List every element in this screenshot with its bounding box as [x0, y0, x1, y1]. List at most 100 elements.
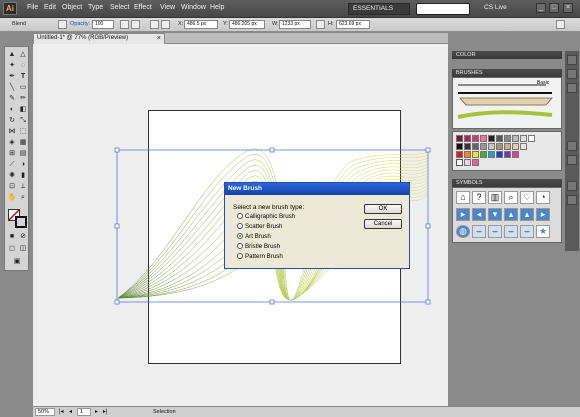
swatch[interactable] — [528, 135, 535, 142]
bar-symbol-icon[interactable]: – — [520, 225, 534, 238]
draw-normal-icon[interactable]: ◻ — [7, 244, 17, 253]
workspace-switcher[interactable]: ESSENTIALS — [348, 3, 410, 15]
radio-icon[interactable] — [237, 253, 243, 259]
stroke-panel-icon[interactable] — [567, 55, 577, 65]
menu-effect[interactable]: Effect — [134, 4, 152, 11]
menu-type[interactable]: Type — [88, 4, 103, 11]
menu-view[interactable]: View — [160, 4, 175, 11]
menu-help[interactable]: Help — [210, 4, 224, 11]
radio-art-brush[interactable]: Art Brush — [237, 233, 271, 241]
radio-bristle-brush[interactable]: Bristle Brush — [237, 243, 280, 251]
transparency-panel-icon[interactable] — [567, 83, 577, 93]
color-panel-header[interactable]: COLOR — [452, 51, 562, 59]
magic-wand-tool-icon[interactable]: ✦ — [7, 61, 17, 70]
swatch[interactable] — [456, 135, 463, 142]
swatch[interactable] — [504, 143, 511, 150]
appearance-panel-icon[interactable] — [567, 141, 577, 151]
artboard-tool-icon[interactable]: ⊡ — [7, 182, 17, 191]
w-field[interactable]: 1233 px — [279, 20, 311, 29]
next-page-icon[interactable]: ▸ — [95, 408, 98, 415]
type-tool-icon[interactable]: T — [18, 72, 28, 81]
brush-previews[interactable] — [456, 81, 556, 121]
swatch[interactable] — [512, 143, 519, 150]
maximize-button[interactable]: □ — [549, 3, 559, 13]
width-tool-icon[interactable]: ⋈ — [7, 127, 17, 136]
swatch[interactable] — [504, 151, 511, 158]
shape-builder-tool-icon[interactable]: ◈ — [7, 138, 17, 147]
zoom-field[interactable]: 50% — [35, 408, 55, 416]
rectangle-tool-icon[interactable]: ▭ — [18, 83, 28, 92]
gradient-panel-icon[interactable] — [567, 69, 577, 79]
swatch[interactable] — [480, 135, 487, 142]
symbol-sprayer-tool-icon[interactable]: ✺ — [7, 171, 17, 180]
lasso-tool-icon[interactable]: ◌ — [18, 61, 28, 70]
graphic-styles-panel-icon[interactable] — [567, 155, 577, 165]
help-symbol-icon[interactable]: ? — [472, 191, 486, 204]
rss-symbol-icon[interactable]: ◔ — [536, 191, 550, 204]
arrow-down-symbol-icon[interactable]: ▾ — [488, 208, 502, 221]
swatch[interactable] — [480, 151, 487, 158]
radio-icon[interactable] — [237, 223, 243, 229]
direct-selection-tool-icon[interactable]: △ — [18, 50, 28, 59]
swatch[interactable] — [464, 143, 471, 150]
layers-panel-icon[interactable] — [567, 181, 577, 191]
color-mode-icon[interactable]: ■ — [7, 232, 17, 241]
close-tab-icon[interactable]: × — [157, 34, 161, 43]
column-graph-tool-icon[interactable]: ▮ — [18, 171, 28, 180]
arrow-up-symbol-icon[interactable]: ▴ — [520, 208, 534, 221]
globe-symbol-icon[interactable]: ◍ — [456, 225, 470, 238]
arrow-right-symbol-icon[interactable]: ▸ — [456, 208, 470, 221]
swatch[interactable] — [456, 159, 463, 166]
cancel-button[interactable]: Cancel — [364, 219, 402, 229]
home-symbol-icon[interactable]: ⌂ — [456, 191, 470, 204]
opacity-field[interactable]: 100 — [92, 20, 114, 29]
menu-edit[interactable]: Edit — [44, 4, 56, 11]
close-button[interactable]: × — [563, 3, 573, 13]
rotate-tool-icon[interactable]: ↻ — [7, 116, 17, 125]
swatch[interactable] — [456, 151, 463, 158]
cs-live-menu[interactable]: CS Live — [484, 4, 507, 11]
radio-icon[interactable] — [237, 243, 243, 249]
selection-tool-icon[interactable]: ▲ — [7, 50, 17, 59]
constrain-link-icon[interactable] — [316, 20, 325, 29]
radio-icon[interactable] — [237, 213, 243, 219]
ok-button[interactable]: OK — [364, 204, 402, 214]
scale-tool-icon[interactable]: ⤡ — [18, 116, 28, 125]
gradient-tool-icon[interactable]: ▤ — [18, 149, 28, 158]
swatch[interactable] — [512, 151, 519, 158]
swatch[interactable] — [464, 159, 471, 166]
screen-mode-icon[interactable]: ▣ — [12, 257, 22, 266]
stroke-color-icon[interactable] — [58, 20, 67, 29]
y-field[interactable]: 486.205 px — [229, 20, 265, 29]
last-page-icon[interactable]: ▸| — [103, 408, 108, 415]
free-transform-tool-icon[interactable]: ⬚ — [18, 127, 28, 136]
search-input[interactable] — [416, 3, 470, 15]
x-field[interactable]: 486.5 px — [184, 20, 218, 29]
bar-symbol-icon[interactable]: – — [504, 225, 518, 238]
swatch[interactable] — [488, 135, 495, 142]
draw-behind-icon[interactable]: ◫ — [18, 244, 28, 253]
arrow-left-symbol-icon[interactable]: ◂ — [472, 208, 486, 221]
hand-tool-icon[interactable]: ✋ — [7, 193, 17, 202]
swatch[interactable] — [496, 143, 503, 150]
bar-symbol-icon[interactable]: – — [472, 225, 486, 238]
recolor-icon[interactable] — [120, 20, 129, 29]
heart-symbol-icon[interactable]: ♡ — [520, 191, 534, 204]
swatch[interactable] — [480, 143, 487, 150]
radio-pattern-brush[interactable]: Pattern Brush — [237, 253, 283, 261]
swatch[interactable] — [488, 143, 495, 150]
eyedropper-tool-icon[interactable]: ⟋ — [7, 160, 17, 169]
swatch[interactable] — [496, 135, 503, 142]
minimize-button[interactable]: _ — [536, 3, 546, 13]
cart-symbol-icon[interactable]: ▥ — [488, 191, 502, 204]
isolate-icon[interactable] — [161, 20, 170, 29]
blend-tool-icon[interactable]: ◑ — [18, 160, 28, 169]
swatch[interactable] — [512, 135, 519, 142]
star-symbol-icon[interactable]: ★ — [536, 225, 550, 238]
arrow-right-symbol-icon[interactable]: ▸ — [536, 208, 550, 221]
radio-selected-icon[interactable] — [237, 233, 243, 239]
artboards-panel-icon[interactable] — [567, 195, 577, 205]
zoom-tool-icon[interactable]: ⌕ — [18, 193, 28, 202]
document-tab[interactable]: Untitled-1* @ 77% (RGB/Preview) × — [33, 33, 165, 44]
mesh-tool-icon[interactable]: ⊞ — [7, 149, 17, 158]
